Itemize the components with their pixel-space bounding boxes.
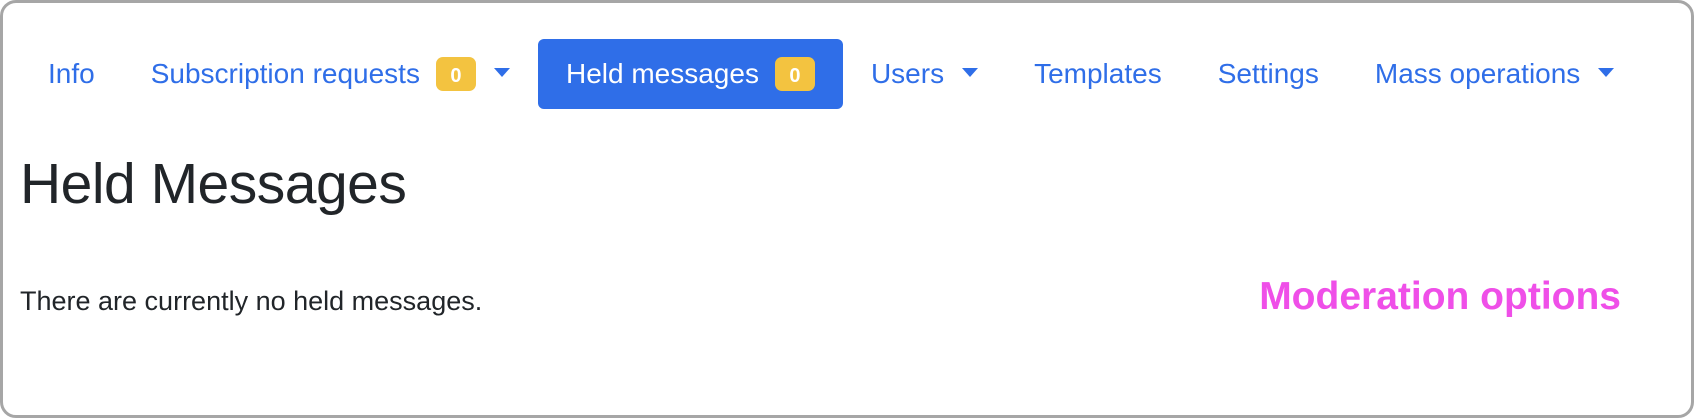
tab-info[interactable]: Info xyxy=(20,39,123,109)
page-title: Held Messages xyxy=(20,152,407,216)
tab-users-label: Users xyxy=(870,58,945,89)
tab-mass-operations[interactable]: Mass operations xyxy=(1347,39,1642,109)
caret-down-icon xyxy=(1598,67,1615,77)
tab-settings[interactable]: Settings xyxy=(1190,39,1347,109)
tab-subscription-requests-label: Subscription requests xyxy=(150,58,420,89)
window-frame: Info Subscription requests 0 Held messag… xyxy=(0,0,1694,418)
tab-held-messages-label: Held messages xyxy=(565,58,759,89)
tab-settings-label: Settings xyxy=(1217,58,1319,89)
caret-down-icon xyxy=(962,67,979,77)
tab-templates[interactable]: Templates xyxy=(1006,39,1190,109)
tab-mass-operations-label: Mass operations xyxy=(1374,58,1581,89)
empty-state-message: There are currently no held messages. xyxy=(20,286,483,316)
subscription-requests-count-badge: 0 xyxy=(435,57,476,91)
moderation-options-heading: Moderation options xyxy=(1259,275,1621,318)
tab-info-label: Info xyxy=(48,58,95,89)
held-messages-count-badge: 0 xyxy=(774,57,815,91)
list-nav-tabs: Info Subscription requests 0 Held messag… xyxy=(20,39,1642,109)
caret-down-icon xyxy=(493,67,510,77)
tab-templates-label: Templates xyxy=(1034,58,1162,89)
tab-subscription-requests[interactable]: Subscription requests 0 xyxy=(123,39,538,109)
tab-held-messages[interactable]: Held messages 0 xyxy=(537,39,843,109)
tab-users[interactable]: Users xyxy=(843,39,1006,109)
